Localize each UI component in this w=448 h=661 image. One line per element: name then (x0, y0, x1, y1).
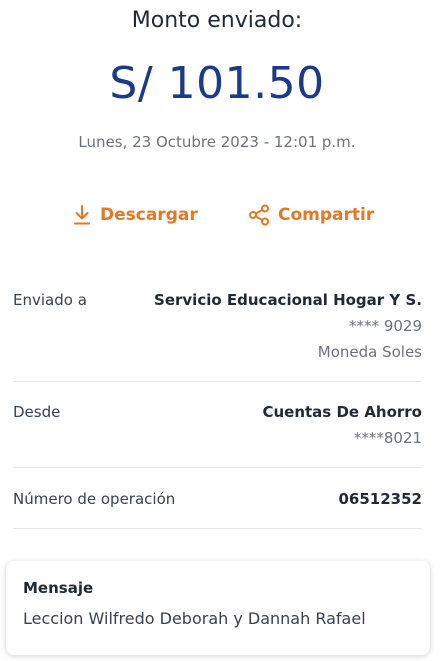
action-bar: Descargar Compartir (0, 204, 434, 232)
share-button[interactable]: Compartir (248, 204, 374, 226)
divider (13, 528, 422, 529)
from-values: Cuentas De Ahorro ****8021 (262, 403, 422, 447)
download-label: Descargar (100, 205, 198, 225)
transaction-date: Lunes, 23 Octubre 2023 - 12:01 p.m. (78, 133, 356, 151)
recipient-currency: Moneda Soles (317, 343, 422, 361)
source-account-number: ****8021 (353, 429, 422, 447)
operation-label: Número de operación (13, 490, 176, 508)
download-icon (74, 205, 90, 225)
sent-to-values: Servicio Educacional Hogar Y S. **** 902… (154, 291, 422, 361)
operation-values: 06512352 (339, 490, 423, 508)
share-icon (249, 204, 269, 226)
operation-number: 06512352 (338, 490, 423, 508)
share-label: Compartir (278, 205, 375, 225)
message-body: Leccion Wilfredo Deborah y Dannah Rafael (23, 609, 366, 628)
operation-row: Número de operación 06512352 (13, 490, 422, 514)
amount-value: S/ 101.50 (109, 58, 325, 109)
message-title: Mensaje (23, 579, 94, 597)
sent-to-row: Enviado a Servicio Educacional Hogar Y S… (13, 291, 422, 371)
divider (13, 467, 422, 468)
amount-sent-title: Monto enviado: (131, 8, 303, 33)
recipient-account: **** 9029 (349, 317, 422, 335)
download-button[interactable]: Descargar (72, 204, 198, 226)
recipient-name: Servicio Educacional Hogar Y S. (154, 291, 422, 309)
message-card: Mensaje Leccion Wilfredo Deborah y Danna… (6, 561, 430, 655)
from-label: Desde (13, 403, 61, 421)
source-account-name: Cuentas De Ahorro (262, 403, 422, 421)
from-row: Desde Cuentas De Ahorro ****8021 (13, 403, 422, 459)
divider (13, 381, 422, 382)
sent-to-label: Enviado a (13, 291, 87, 309)
